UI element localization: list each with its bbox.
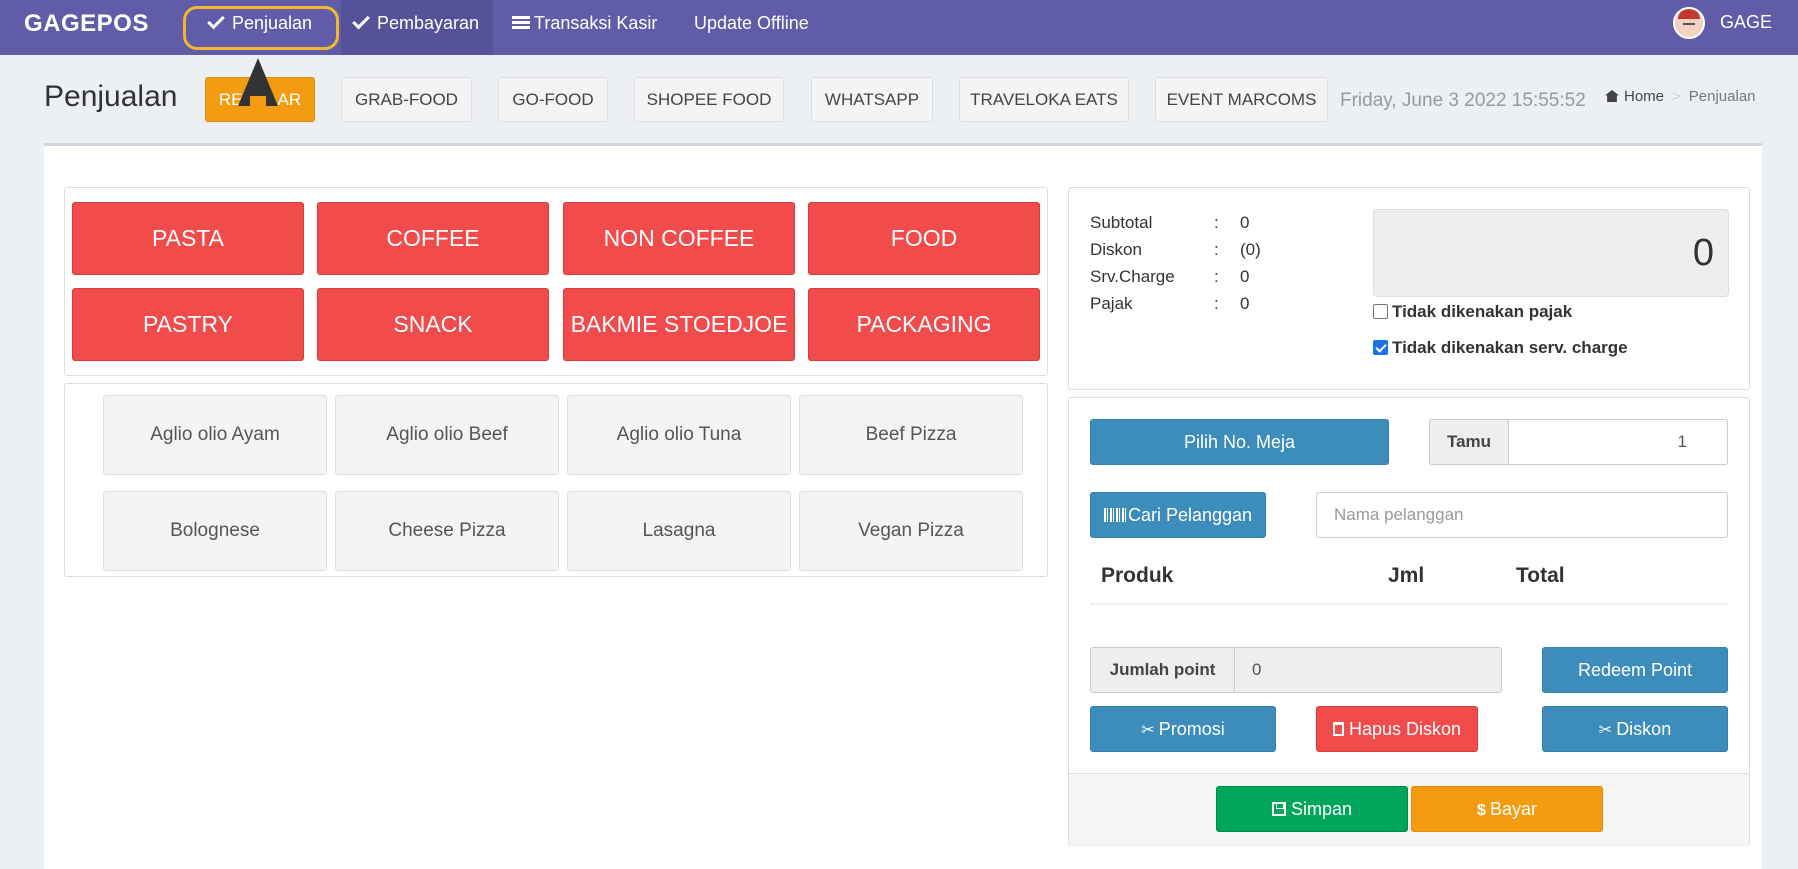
product-item[interactable]: Cheese Pizza [335,491,559,571]
column-header-total: Total [1516,564,1565,587]
category-coffee[interactable]: COFFEE [317,202,549,275]
discount-button[interactable]: ✂ Diskon [1542,706,1728,752]
customer-name-input[interactable]: Nama pelanggan [1316,492,1728,538]
find-customer-button[interactable]: Cari Pelanggan [1090,492,1266,538]
category-pastry[interactable]: PASTRY [72,288,304,361]
product-item[interactable]: Vegan Pizza [799,491,1023,571]
discount-colon: : [1214,240,1219,259]
find-customer-label: Cari Pelanggan [1127,505,1253,525]
no-service-charge-option[interactable]: Tidak dikenakan serv. charge [1373,338,1628,358]
brand-logo[interactable]: GAGEPOS [24,10,149,38]
subtotal-label: Subtotal [1090,213,1153,232]
tab-shopee-food[interactable]: SHOPEE FOOD [634,77,784,122]
barcode-icon [1103,508,1126,522]
product-item[interactable]: Beef Pizza [799,395,1023,475]
no-service-charge-label: Tidak dikenakan serv. charge [1392,338,1628,357]
nav-item-label: Transaksi Kasir [534,13,658,33]
tax-label: Pajak [1090,294,1133,313]
order-panel: Pilih No. Meja Tamu 1 Cari Pelanggan Nam… [1068,397,1750,847]
tab-go-food[interactable]: GO-FOOD [498,77,608,122]
nav-item-pembayaran[interactable]: Pembayaran [341,0,493,55]
service-charge-value: 0 [1240,267,1250,286]
order-footer: Simpan $ Bayar [1069,773,1749,847]
discount-label: Diskon [1616,719,1672,739]
select-table-button[interactable]: Pilih No. Meja [1090,419,1389,465]
grand-total-display: 0 [1373,209,1729,297]
pay-label: Bayar [1489,799,1537,819]
category-non-coffee[interactable]: NON COFFEE [563,202,795,275]
product-item[interactable]: Lasagna [567,491,791,571]
tax-value: 0 [1240,294,1250,313]
discount-value: (0) [1240,240,1261,259]
dollar-icon: $ [1477,802,1486,819]
no-tax-checkbox[interactable] [1373,304,1388,319]
product-panel: Aglio olio Ayam Aglio olio Beef Aglio ol… [64,383,1048,577]
no-service-charge-checkbox[interactable] [1373,340,1388,355]
redeem-point-button[interactable]: Redeem Point [1542,647,1728,693]
no-tax-option[interactable]: Tidak dikenakan pajak [1373,302,1572,322]
breadcrumb: Home > Penjualan [1605,88,1756,105]
category-food[interactable]: FOOD [808,202,1040,275]
category-pasta[interactable]: PASTA [72,202,304,275]
category-snack[interactable]: SNACK [317,288,549,361]
current-datetime: Friday, June 3 2022 15:55:52 [1340,90,1586,111]
nav-item-transaksi-kasir[interactable]: Transaksi Kasir [512,0,657,55]
page-title: Penjualan [44,80,178,113]
nav-item-label: Pembayaran [377,13,480,33]
nav-item-update-offline[interactable]: Update Offline [694,0,809,55]
scissors-icon: ✂ [1141,722,1155,739]
subtotal-value: 0 [1240,213,1250,232]
pay-button[interactable]: $ Bayar [1411,786,1603,832]
service-charge-label: Srv.Charge [1090,267,1175,286]
points-label: Jumlah point [1090,647,1235,693]
product-item[interactable]: Bolognese [103,491,327,571]
home-icon [1605,90,1619,102]
product-item[interactable]: Aglio olio Beef [335,395,559,475]
nav-item-label: Update Offline [694,13,809,33]
save-button[interactable]: Simpan [1216,786,1408,832]
highlight-ring [183,6,339,50]
tab-event-marcoms[interactable]: EVENT MARCOMS [1155,77,1328,122]
points-input[interactable]: 0 [1234,647,1502,693]
category-bakmie-stoedjoe[interactable]: BAKMIE STOEDJOE [563,288,795,361]
discount-label: Diskon [1090,240,1142,259]
floppy-disk-icon [1271,802,1286,816]
subtotal-colon: : [1214,213,1219,232]
list-icon [512,16,530,30]
category-panel: PASTA COFFEE NON COFFEE FOOD PASTRY SNAC… [64,187,1048,376]
summary-panel: Subtotal : 0 Diskon : (0) Srv.Charge : 0… [1068,187,1750,390]
scissors-icon: ✂ [1598,722,1613,739]
check-icon [352,11,370,30]
tab-whatsapp[interactable]: WHATSAPP [811,77,933,122]
mouse-cursor-icon [238,58,278,106]
save-label: Simpan [1290,799,1353,819]
promotion-button[interactable]: ✂ Promosi [1090,706,1276,752]
trash-icon [1332,722,1344,736]
product-item[interactable]: Aglio olio Ayam [103,395,327,475]
column-header-produk: Produk [1101,564,1174,587]
remove-discount-button[interactable]: Hapus Diskon [1316,706,1478,752]
promotion-label: Promosi [1158,719,1225,739]
guest-count-input[interactable]: 1 [1508,419,1728,465]
breadcrumb-home[interactable]: Home [1624,88,1664,105]
category-packaging[interactable]: PACKAGING [808,288,1040,361]
tax-colon: : [1214,294,1219,313]
guest-label: Tamu [1429,419,1509,465]
remove-discount-label: Hapus Diskon [1348,719,1462,739]
product-item[interactable]: Aglio olio Tuna [567,395,791,475]
user-name[interactable]: GAGE [1720,12,1772,33]
table-divider [1090,603,1728,605]
user-avatar[interactable] [1673,7,1705,39]
breadcrumb-separator: > [1672,88,1681,105]
tab-traveloka-eats[interactable]: TRAVELOKA EATS [959,77,1129,122]
tab-grab-food[interactable]: GRAB-FOOD [341,77,472,122]
service-charge-colon: : [1214,267,1219,286]
breadcrumb-current: Penjualan [1688,88,1756,105]
no-tax-label: Tidak dikenakan pajak [1392,302,1573,321]
column-header-jml: Jml [1388,564,1425,587]
